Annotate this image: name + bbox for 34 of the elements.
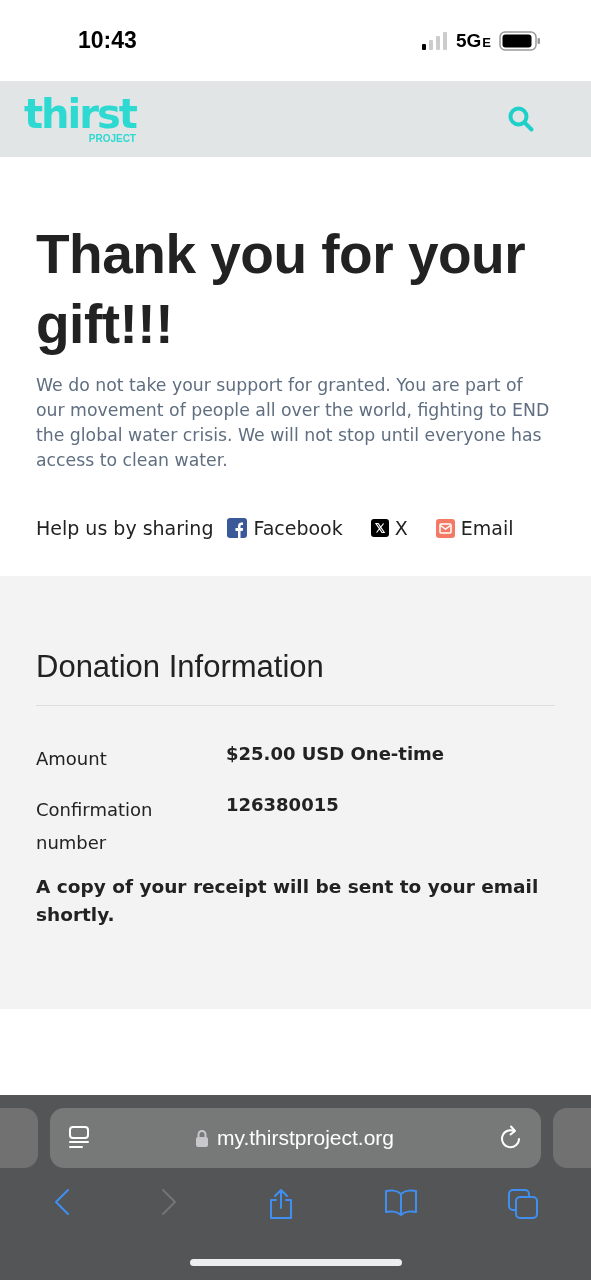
share-link-label: Facebook <box>253 517 343 539</box>
share-link[interactable]: X <box>370 517 408 539</box>
tabs-icon <box>506 1188 539 1220</box>
share-label: Help us by sharing <box>36 517 214 539</box>
share-link-label: X <box>394 517 408 539</box>
battery-icon <box>499 30 541 51</box>
lock-icon <box>195 1129 209 1147</box>
url-text: my.thirstproject.org <box>217 1126 394 1150</box>
previous-tab-pill[interactable] <box>0 1108 38 1168</box>
status-time: 10:43 <box>78 27 137 54</box>
forward-chevron-icon <box>159 1188 178 1216</box>
field-label: Confirmation number <box>36 798 154 855</box>
receipt-note: A copy of your receipt will be sent to your email shortly. <box>36 875 540 927</box>
facebook-icon <box>227 518 248 538</box>
page-title: Thank you for your gift!!! <box>36 222 527 357</box>
share-link-label: Email <box>460 517 514 539</box>
field-label: Amount <box>36 747 108 771</box>
address-bar[interactable]: my.thirstproject.org <box>50 1108 541 1168</box>
share-link[interactable]: Email <box>435 517 514 539</box>
envelope-icon <box>435 518 455 538</box>
network-type: 5G E <box>455 29 491 52</box>
thank-you-message: We do not take your support for granted. You are part of our movement of people all over the world, fighting to END the global water crisis. We will not stop until everyone has access to clean water. <box>36 374 551 472</box>
signal-icon <box>421 30 448 51</box>
x-logo-icon <box>370 519 389 537</box>
search-icon[interactable] <box>507 105 535 133</box>
section-heading: Donation Information <box>36 649 555 706</box>
share-link[interactable]: Facebook <box>227 517 343 539</box>
next-tab-pill[interactable] <box>553 1108 591 1168</box>
reload-icon[interactable] <box>499 1125 523 1151</box>
book-icon <box>383 1188 418 1216</box>
page-menu-icon <box>68 1126 90 1150</box>
back-chevron-icon <box>52 1188 71 1216</box>
field-value: $25.00 USD One-time <box>226 742 446 766</box>
field-value: 126380015 <box>226 793 340 817</box>
